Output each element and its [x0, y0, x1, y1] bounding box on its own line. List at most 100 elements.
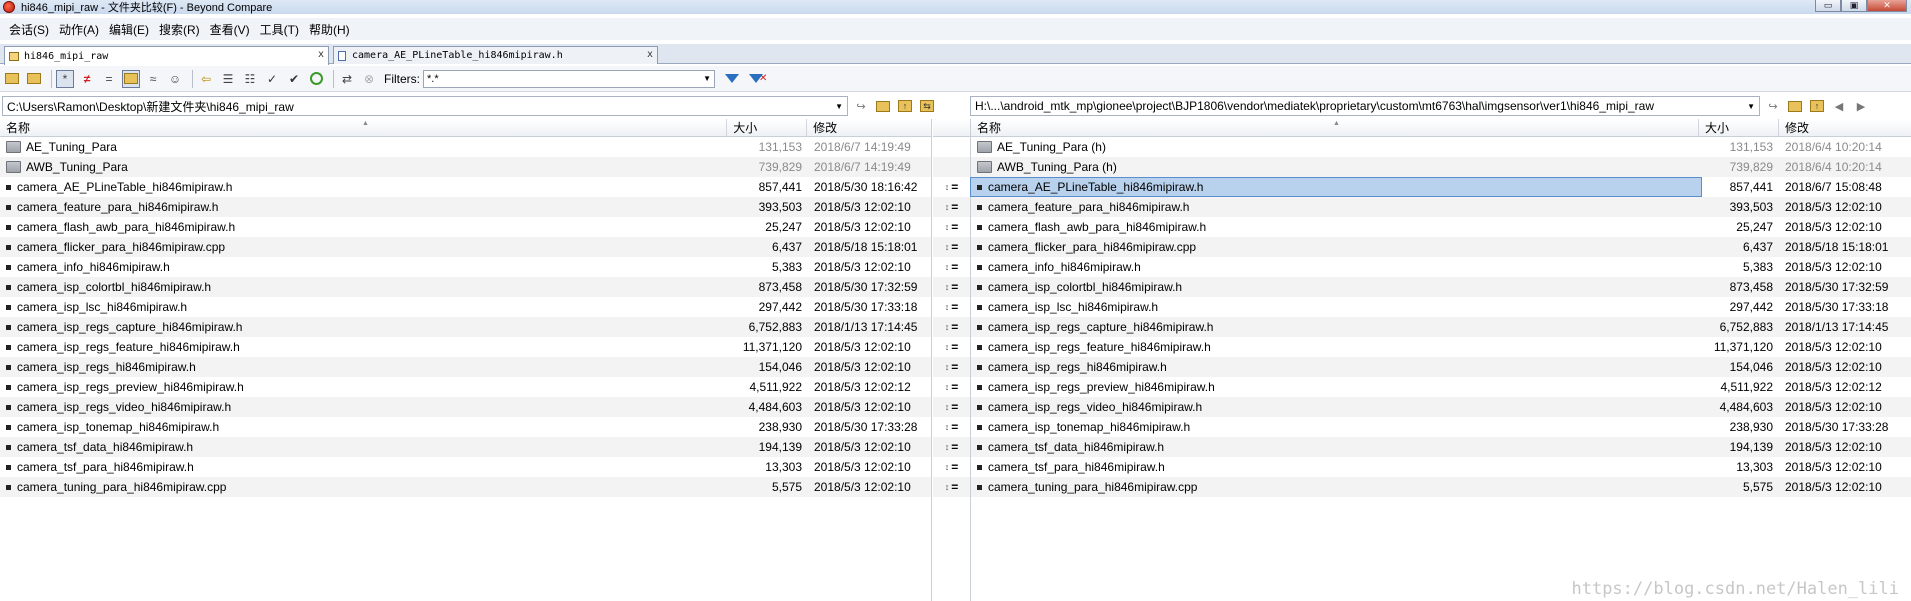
file-row[interactable]: camera_flash_awb_para_hi846mipiraw.h 25,2… — [971, 217, 1911, 237]
filters-input[interactable]: *.* ▼ — [423, 69, 715, 88]
tab-folder-compare[interactable]: hi846_mipi_raw x — [4, 46, 329, 65]
left-copy-path-button[interactable]: ⇆ — [918, 97, 936, 115]
left-up-button[interactable]: ↑ — [896, 97, 914, 115]
file-row[interactable]: camera_isp_regs_feature_hi846mipiraw.h 11… — [0, 337, 931, 357]
file-row[interactable]: camera_isp_regs_feature_hi846mipiraw.h 11… — [971, 337, 1911, 357]
file-row[interactable]: camera_AE_PLineTable_hi846mipiraw.h 857,4… — [970, 177, 1911, 197]
file-row[interactable]: camera_feature_para_hi846mipiraw.h 393,50… — [0, 197, 931, 217]
file-row[interactable]: camera_info_hi846mipiraw.h 5,383 2018/5/3 … — [971, 257, 1911, 277]
rules-button[interactable]: ≈ — [144, 70, 162, 88]
back-button[interactable]: ⇦ — [197, 70, 215, 88]
file-row[interactable]: camera_isp_tonemap_hi846mipiraw.h 238,930… — [971, 417, 1911, 437]
file-row[interactable]: camera_AE_PLineTable_hi846mipiraw.h 857,4… — [0, 177, 931, 197]
file-row[interactable]: camera_flicker_para_hi846mipiraw.cpp 6,43… — [0, 237, 931, 257]
maximize-button[interactable]: ▣ — [1841, 0, 1867, 12]
tab-close-icon[interactable]: x — [647, 49, 653, 60]
show-differences-button[interactable]: ≠ — [78, 70, 96, 88]
file-row[interactable]: camera_isp_lsc_hi846mipiraw.h 297,442 2018… — [0, 297, 931, 317]
right-forward-button[interactable]: ▶ — [1852, 97, 1870, 115]
folder-view-button[interactable] — [122, 69, 140, 88]
menu-help[interactable]: 帮助(H) — [304, 21, 355, 38]
menu-view[interactable]: 查看(V) — [205, 21, 255, 38]
file-row[interactable]: camera_info_hi846mipiraw.h 5,383 2018/5/3 … — [0, 257, 931, 277]
folder-row[interactable]: AWB_Tuning_Para 739,829 2018/6/7 14:19:49 — [0, 157, 931, 177]
file-row[interactable]: camera_isp_regs_hi846mipiraw.h 154,046 201… — [971, 357, 1911, 377]
sessions-button[interactable] — [25, 70, 43, 88]
size-cell: 5,383 — [771, 260, 802, 274]
clear-filter-icon[interactable] — [749, 74, 763, 83]
file-row[interactable]: camera_isp_regs_hi846mipiraw.h 154,046 201… — [0, 357, 931, 377]
tab-text-compare[interactable]: camera_AE_PLineTable_hi846mipiraw.h x — [333, 46, 658, 64]
menu-actions[interactable]: 动作(A) — [54, 21, 104, 38]
refresh-button[interactable] — [307, 70, 325, 88]
check-icon: ✓ — [266, 71, 278, 86]
swap-sides-button[interactable]: ⇄ — [338, 70, 356, 88]
right-up-button[interactable]: ↑ — [1808, 97, 1826, 115]
file-row[interactable]: camera_isp_regs_preview_hi846mipiraw.h 4,… — [971, 377, 1911, 397]
file-name: camera_isp_regs_capture_hi846mipiraw.h — [988, 320, 1214, 334]
file-row[interactable]: camera_flash_awb_para_hi846mipiraw.h 25,2… — [0, 217, 931, 237]
folder-row[interactable]: AWB_Tuning_Para (h) 739,829 2018/6/4 10:20… — [971, 157, 1911, 177]
file-row[interactable]: camera_tsf_data_hi846mipiraw.h 194,139 201… — [0, 437, 931, 457]
modified-cell: 2018/5/3 12:02:10 — [1785, 400, 1882, 414]
home-button[interactable] — [3, 70, 21, 88]
filter-icon[interactable] — [725, 74, 739, 83]
file-row[interactable]: camera_tsf_para_hi846mipiraw.h 13,303 2018… — [971, 457, 1911, 477]
column-modified[interactable]: 修改 — [807, 119, 931, 136]
left-browse-button[interactable] — [874, 97, 892, 115]
chevron-down-icon[interactable]: ▼ — [703, 74, 714, 83]
file-row[interactable]: camera_isp_regs_capture_hi846mipiraw.h 6,… — [971, 317, 1911, 337]
close-button[interactable]: ✕ — [1867, 0, 1907, 12]
column-size[interactable]: 大小 — [727, 119, 808, 136]
file-row[interactable]: camera_tsf_para_hi846mipiraw.h 13,303 2018… — [0, 457, 931, 477]
size-cell: 4,484,603 — [748, 400, 802, 414]
file-row[interactable]: camera_feature_para_hi846mipiraw.h 393,50… — [971, 197, 1911, 217]
chevron-down-icon[interactable]: ▼ — [835, 102, 847, 111]
left-file-pane[interactable]: 名称 大小 修改 ▲ AE_Tuning_Para 131,153 2018/6/7… — [0, 119, 932, 601]
folder-row[interactable]: AE_Tuning_Para (h) 131,153 2018/6/4 10:20:… — [971, 137, 1911, 157]
right-back-button[interactable]: ◀ — [1830, 97, 1848, 115]
name-cell: AWB_Tuning_Para — [0, 158, 730, 176]
file-row[interactable]: camera_isp_lsc_hi846mipiraw.h 297,442 2018… — [971, 297, 1911, 317]
left-history-button[interactable]: ↪ — [852, 97, 870, 115]
file-row[interactable]: camera_isp_regs_capture_hi846mipiraw.h 6,… — [0, 317, 931, 337]
file-row[interactable]: camera_flicker_para_hi846mipiraw.cpp 6,43… — [971, 237, 1911, 257]
file-row[interactable]: camera_isp_regs_preview_hi846mipiraw.h 4,… — [0, 377, 931, 397]
right-path-input[interactable]: H:\...\android_mtk_mp\gionee\project\BJP… — [970, 96, 1760, 116]
name-cell: camera_feature_para_hi846mipiraw.h — [0, 198, 730, 216]
file-row[interactable]: camera_tuning_para_hi846mipiraw.cpp 5,575… — [971, 477, 1911, 497]
chevron-down-icon[interactable]: ▼ — [1747, 102, 1759, 111]
tab-close-icon[interactable]: x — [318, 49, 324, 60]
file-row[interactable]: camera_isp_regs_video_hi846mipiraw.h 4,48… — [0, 397, 931, 417]
right-history-button[interactable]: ↪ — [1764, 97, 1782, 115]
size-cell: 4,511,922 — [1720, 380, 1774, 394]
stop-button[interactable]: ⊗ — [360, 70, 378, 88]
file-row[interactable]: camera_tsf_data_hi846mipiraw.h 194,139 201… — [971, 437, 1911, 457]
file-row[interactable]: camera_isp_colortbl_hi846mipiraw.h 873,45… — [0, 277, 931, 297]
people-button[interactable]: ☺ — [166, 70, 184, 88]
minimize-button[interactable]: ▭ — [1815, 0, 1841, 12]
expand-button[interactable]: ☰ — [219, 70, 237, 88]
folder-row[interactable]: AE_Tuning_Para 131,153 2018/6/7 14:19:49 — [0, 137, 931, 157]
column-modified[interactable]: 修改 — [1779, 119, 1911, 136]
left-path-input[interactable]: C:\Users\Ramon\Desktop\新建文件夹\hi846_mipi_… — [2, 96, 848, 116]
show-same-button[interactable]: = — [100, 70, 118, 88]
file-icon — [977, 404, 982, 410]
file-name: camera_isp_tonemap_hi846mipiraw.h — [17, 420, 220, 434]
menu-session[interactable]: 会话(S) — [4, 21, 54, 38]
menu-tools[interactable]: 工具(T) — [255, 21, 304, 38]
show-all-button[interactable]: * — [56, 69, 74, 88]
right-browse-button[interactable] — [1786, 97, 1804, 115]
file-row[interactable]: camera_tuning_para_hi846mipiraw.cpp 5,575… — [0, 477, 931, 497]
select-all-button[interactable]: ✔ — [285, 70, 303, 88]
file-row[interactable]: camera_isp_tonemap_hi846mipiraw.h 238,930… — [0, 417, 931, 437]
select-changed-button[interactable]: ✓ — [263, 70, 281, 88]
column-size[interactable]: 大小 — [1699, 119, 1779, 136]
file-row[interactable]: camera_isp_regs_video_hi846mipiraw.h 4,48… — [971, 397, 1911, 417]
file-row[interactable]: camera_isp_colortbl_hi846mipiraw.h 873,45… — [971, 277, 1911, 297]
menu-search[interactable]: 搜索(R) — [154, 21, 205, 38]
collapse-button[interactable]: ☷ — [241, 70, 259, 88]
right-file-pane[interactable]: 名称 大小 修改 ▲ AE_Tuning_Para (h) 131,153 2018… — [970, 119, 1911, 601]
modified-cell: 2018/6/4 10:20:14 — [1785, 160, 1882, 174]
menu-edit[interactable]: 编辑(E) — [104, 21, 154, 38]
